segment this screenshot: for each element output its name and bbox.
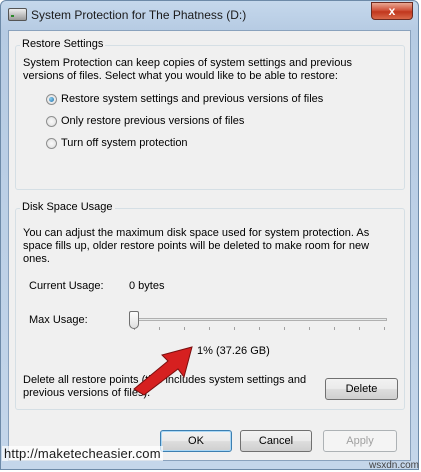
ok-button[interactable]: OK: [160, 430, 232, 452]
slider-tick: [234, 327, 235, 330]
max-usage-label: Max Usage:: [29, 314, 88, 326]
close-button[interactable]: x: [371, 2, 413, 20]
slider-tick: [284, 327, 285, 330]
window-title: System Protection for The Phatness (D:): [31, 8, 247, 22]
current-usage-value: 0 bytes: [129, 280, 165, 292]
slider-tick: [334, 327, 335, 330]
current-usage-label: Current Usage:: [29, 280, 104, 292]
slider-tick: [209, 327, 210, 330]
corner-watermark: wsxdn.com: [368, 460, 419, 471]
slider-tick: [184, 327, 185, 330]
disk-space-legend: Disk Space Usage: [20, 201, 115, 213]
option-label[interactable]: Turn off system protection: [61, 137, 188, 149]
dialog-body: Restore Settings System Protection can k…: [8, 30, 411, 461]
cancel-button[interactable]: Cancel: [240, 430, 312, 452]
max-usage-value: 1% (37.26 GB): [197, 345, 270, 357]
restore-settings-description: System Protection can keep copies of sys…: [23, 57, 352, 82]
delete-button[interactable]: Delete: [325, 378, 398, 400]
title-bar[interactable]: System Protection for The Phatness (D:) …: [1, 1, 418, 29]
slider-tick: [359, 327, 360, 330]
site-watermark: http://maketecheasier.com: [2, 446, 163, 461]
slider-tick: [259, 327, 260, 330]
drive-icon: [8, 8, 27, 21]
max-usage-slider-track[interactable]: [131, 318, 387, 321]
slider-tick: [384, 327, 385, 330]
dialog-window: System Protection for The Phatness (D:) …: [0, 0, 419, 470]
slider-tick: [159, 327, 160, 330]
apply-button[interactable]: Apply: [323, 430, 397, 452]
option-label[interactable]: Restore system settings and previous ver…: [61, 93, 323, 105]
annotation-arrow-icon: [133, 346, 193, 396]
slider-tick: [309, 327, 310, 330]
disk-space-description: You can adjust the maximum disk space us…: [23, 227, 370, 265]
max-usage-slider-thumb[interactable]: [129, 311, 139, 329]
radio-button[interactable]: [46, 94, 57, 105]
radio-button[interactable]: [46, 138, 57, 149]
radio-button[interactable]: [46, 116, 57, 127]
restore-settings-legend: Restore Settings: [20, 38, 106, 50]
option-label[interactable]: Only restore previous versions of files: [61, 115, 244, 127]
